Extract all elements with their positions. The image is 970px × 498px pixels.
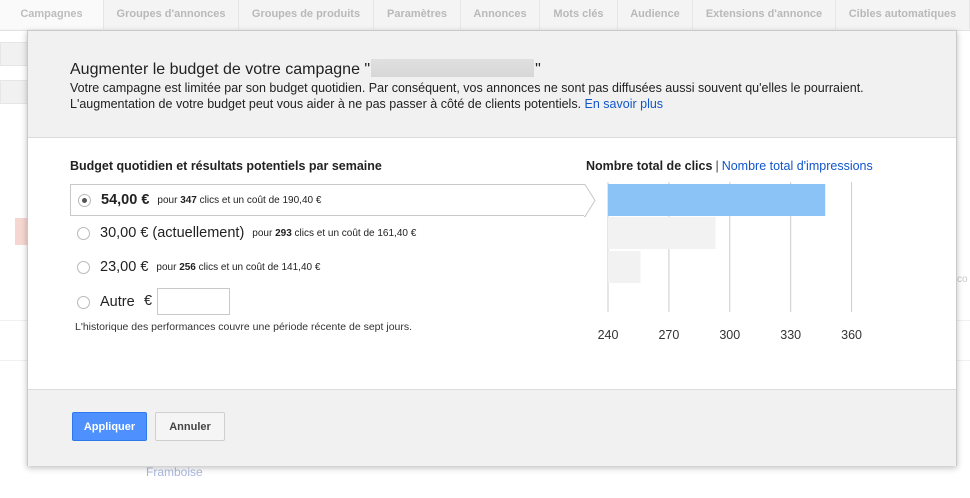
- metric-tab-impressions[interactable]: Nombre total d'impressions: [722, 159, 873, 173]
- tab-parametres[interactable]: Paramètres: [374, 0, 461, 29]
- option-detail: pour 347 clics et un coût de 190,40 €: [157, 194, 322, 206]
- tab-mots-cles[interactable]: Mots clés: [540, 0, 618, 29]
- history-note: L'historique des performances couvre une…: [75, 321, 413, 333]
- budget-option-54[interactable]: 54,00 € pour 347 clics et un coût de 190…: [70, 184, 585, 216]
- radio-button[interactable]: [77, 260, 90, 274]
- option-amount: 54,00 €: [101, 192, 150, 208]
- option-clicks: 293: [275, 227, 292, 239]
- tab-cibles-automatiques[interactable]: Cibles automatiques: [836, 0, 970, 29]
- apply-button[interactable]: Appliquer: [72, 412, 147, 441]
- metric-tabs: Nombre total de clics | Nombre total d'imp…: [586, 159, 873, 173]
- tab-groupes-annonces[interactable]: Groupes d'annonces: [104, 0, 239, 29]
- other-label: Autre: [100, 294, 135, 310]
- tab-campagnes[interactable]: Campagnes: [0, 0, 104, 29]
- dialog-header: Augmenter le budget de votre campagne " "…: [28, 31, 956, 138]
- clicks-bar-chart: 240 270 300 330 360: [598, 182, 862, 342]
- other-amount-input[interactable]: [157, 288, 230, 315]
- metric-separator: |: [715, 159, 719, 173]
- option-amount: 30,00 € (actuellement): [100, 225, 245, 241]
- option-amount: 23,00 €: [100, 259, 149, 275]
- radio-button-checked[interactable]: [78, 193, 91, 207]
- chart-tick-label: 240: [598, 328, 619, 342]
- dialog-title-quote: ": [535, 61, 541, 78]
- redacted-campaign-name: [371, 59, 535, 77]
- option-detail: pour 293 clics et un coût de 161,40 €: [252, 227, 417, 239]
- description-text: Votre campagne est limitée par son budge…: [70, 81, 864, 111]
- tab-groupes-produits[interactable]: Groupes de produits: [239, 0, 374, 29]
- chart-tick-label: 360: [841, 328, 862, 342]
- chart-bar: [608, 184, 826, 216]
- tab-extensions-annonce[interactable]: Extensions d'annonce: [693, 0, 836, 29]
- chart-bar: [608, 251, 641, 283]
- radio-button[interactable]: [77, 226, 90, 240]
- tab-audience[interactable]: Audience: [618, 0, 693, 29]
- budget-option-23[interactable]: 23,00 € pour 256 clics et un coût de 141…: [70, 251, 585, 283]
- background-row-label[interactable]: Framboise: [146, 465, 203, 479]
- learn-more-link[interactable]: En savoir plus: [585, 97, 664, 111]
- background-truncated-text: co: [957, 274, 968, 285]
- other-currency: €: [144, 293, 153, 309]
- dialog-footer: Appliquer Annuler: [28, 389, 956, 466]
- section-title: Budget quotidien et résultats potentiels…: [70, 159, 382, 173]
- cancel-button[interactable]: Annuler: [155, 412, 225, 441]
- chart-tick-label: 330: [780, 328, 801, 342]
- option-clicks: 256: [179, 261, 196, 273]
- tab-annonces[interactable]: Annonces: [461, 0, 540, 29]
- budget-option-other[interactable]: Autre: [70, 286, 170, 318]
- option-detail: pour 256 clics et un coût de 141,40 €: [156, 261, 321, 273]
- dialog-title: Augmenter le budget de votre campagne " ": [70, 59, 541, 79]
- option-clicks: 347: [180, 194, 197, 206]
- metric-tab-clicks[interactable]: Nombre total de clics: [586, 159, 712, 173]
- chart-tick-label: 270: [658, 328, 679, 342]
- dialog-title-text: Augmenter le budget de votre campagne ": [70, 61, 371, 78]
- budget-dialog: Augmenter le budget de votre campagne " "…: [27, 30, 957, 466]
- background-left-panel: [0, 80, 28, 104]
- radio-button[interactable]: [77, 295, 90, 309]
- chart-bar: [608, 217, 716, 249]
- chart-tick-label: 300: [719, 328, 740, 342]
- dialog-description: Votre campagne est limitée par son budge…: [70, 81, 870, 112]
- background-tab-bar: Campagnes Groupes d'annonces Groupes de …: [0, 0, 970, 31]
- background-status-marker: [15, 218, 27, 245]
- budget-option-30[interactable]: 30,00 € (actuellement) pour 293 clics et…: [70, 217, 585, 249]
- background-left-panel: [0, 42, 28, 66]
